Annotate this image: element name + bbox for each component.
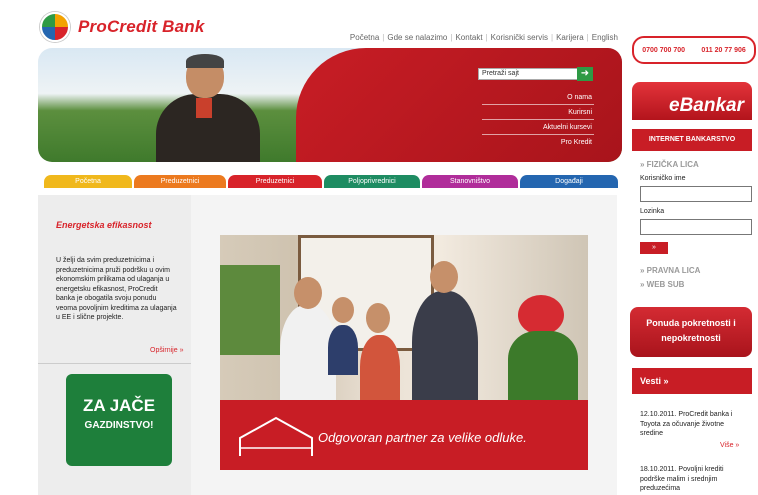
top-link-service[interactable]: Korisnički servis bbox=[491, 33, 548, 42]
hero-link-rates[interactable]: Aktuelni kursevi bbox=[543, 124, 592, 131]
energy-efficiency-text: U želji da svim preduzetnicima i preduze… bbox=[56, 257, 177, 321]
hero-link-kurirsni[interactable]: Kurirsni bbox=[568, 109, 592, 116]
family-banker-photo bbox=[220, 235, 588, 400]
divider bbox=[38, 363, 191, 364]
hero-link-about[interactable]: O nama bbox=[567, 94, 592, 101]
brand-name: ProCredit Bank bbox=[78, 17, 205, 36]
top-link-career[interactable]: Karijera bbox=[556, 33, 584, 42]
phone-badge: 0700 700 700 011 20 77 906 bbox=[632, 36, 756, 64]
bank-logo[interactable]: ProCredit Bank bbox=[40, 12, 205, 42]
logo-mark-icon bbox=[40, 12, 70, 42]
slogan-banner[interactable]: Odgovoran partner za velike odluke. bbox=[220, 400, 588, 470]
hero-red-panel: O nama Kurirsni Aktuelni kursevi Pro Kre… bbox=[296, 48, 622, 162]
web-sub-link[interactable]: » WEB SUB bbox=[640, 280, 684, 289]
top-link-locations[interactable]: Gde se nalazimo bbox=[387, 33, 447, 42]
energy-efficiency-title[interactable]: Energetska efikasnost bbox=[56, 220, 152, 230]
house-outline-icon bbox=[239, 416, 313, 456]
tab-home[interactable]: Početna bbox=[44, 175, 132, 188]
login-button[interactable]: » bbox=[640, 242, 668, 254]
news-header[interactable]: Vesti » bbox=[632, 368, 752, 394]
search-go-button[interactable]: ➜ bbox=[577, 67, 593, 81]
hero-link-procredit[interactable]: Pro Kredit bbox=[561, 139, 592, 146]
tab-events[interactable]: Događaji bbox=[520, 175, 618, 188]
hero-banner: O nama Kurirsni Aktuelni kursevi Pro Kre… bbox=[38, 48, 622, 162]
top-link-english[interactable]: English bbox=[592, 33, 618, 42]
tab-entrepreneurs[interactable]: Preduzetnici bbox=[134, 175, 226, 188]
news-item[interactable]: 18.10.2011. Povoljni krediti podrške mal… bbox=[640, 465, 740, 494]
promo-line-2: GAZDINSTVO! bbox=[84, 420, 154, 431]
tab-private[interactable]: Stanovništvo bbox=[422, 175, 518, 188]
slogan-text: Odgovoran partner za velike odluke. bbox=[318, 430, 527, 445]
individuals-link[interactable]: » FIZIČKA LICA bbox=[640, 160, 699, 169]
username-label: Korisničko ime bbox=[640, 175, 686, 182]
top-links: Početna | Gde se nalazimo | Kontakt | Koris… bbox=[349, 33, 618, 42]
password-input[interactable] bbox=[640, 219, 752, 235]
top-link-home[interactable]: Početna bbox=[350, 33, 379, 42]
site-search-input[interactable]: Pretraži sajt bbox=[478, 68, 578, 80]
promo-line-1: ZA JAČE bbox=[82, 396, 156, 415]
ebankar-button[interactable]: eBankar bbox=[632, 82, 752, 120]
internet-banking-label[interactable]: INTERNET BANKARSTVO bbox=[632, 129, 752, 151]
top-link-contact[interactable]: Kontakt bbox=[455, 33, 482, 42]
news-item[interactable]: 12.10.2011. ProCredit banka i Toyota za … bbox=[640, 410, 740, 439]
phone-number-1: 0700 700 700 bbox=[642, 46, 686, 54]
read-more-link[interactable]: Opširnije » bbox=[150, 347, 183, 354]
stronger-farms-promo[interactable]: ZA JAČE GAZDINSTVO! bbox=[66, 374, 172, 466]
password-label: Lozinka bbox=[640, 208, 665, 215]
username-input[interactable] bbox=[640, 186, 752, 202]
tab-farmers[interactable]: Poljoprivrednici bbox=[324, 175, 420, 188]
legal-entities-link[interactable]: » PRAVNA LICA bbox=[640, 266, 700, 275]
phone-number-2: 011 20 77 906 bbox=[701, 46, 746, 54]
news-more-link[interactable]: Više » bbox=[720, 442, 739, 449]
tab-enterprises[interactable]: Preduzetnici bbox=[228, 175, 322, 188]
property-offer-button[interactable]: Ponuda pokretnosti i nepokretnosti bbox=[630, 307, 752, 357]
farmer-photo bbox=[148, 54, 268, 162]
main-nav-tabs: Početna Preduzetnici Preduzetnici Poljop… bbox=[44, 175, 618, 188]
